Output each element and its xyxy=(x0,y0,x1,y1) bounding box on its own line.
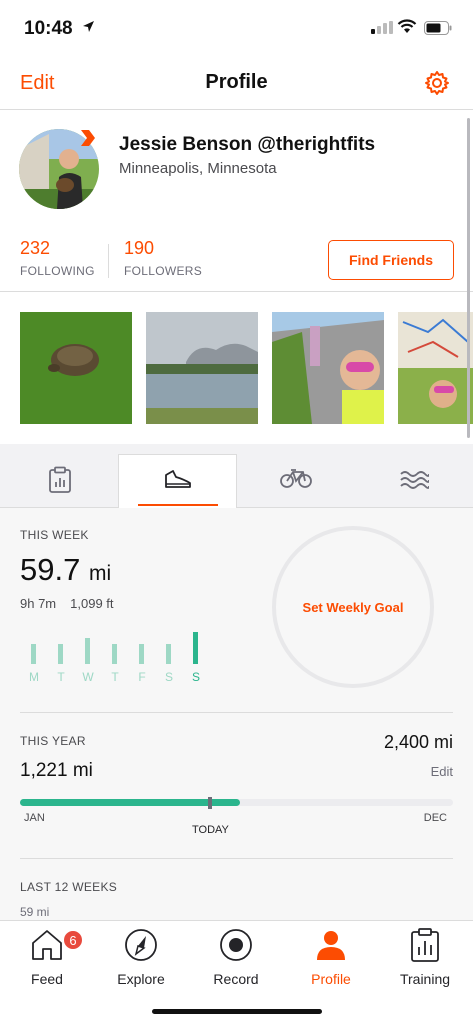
tab-run[interactable] xyxy=(118,454,237,508)
activity-type-tabs xyxy=(0,444,473,508)
wifi-icon xyxy=(397,19,417,33)
cellular-signal-icon xyxy=(371,21,393,34)
week-day-bar xyxy=(112,644,117,664)
tab-all-activities[interactable] xyxy=(0,454,119,508)
clipboard-chart-icon xyxy=(409,927,441,963)
jan-label: JAN xyxy=(24,812,45,824)
divider xyxy=(20,858,453,859)
week-day-bar xyxy=(31,644,36,664)
nav-header: Edit Profile xyxy=(0,56,473,110)
notification-badge: 6 xyxy=(62,929,84,951)
page-title: Profile xyxy=(205,71,268,93)
tabbar-label: Profile xyxy=(311,971,351,987)
swim-waves-icon xyxy=(399,471,429,489)
today-marker xyxy=(208,797,212,809)
tabbar-label: Record xyxy=(213,971,259,987)
week-day-label: F xyxy=(138,670,146,684)
clipboard-chart-icon xyxy=(48,466,71,493)
home-icon xyxy=(30,927,64,963)
tabbar-feed[interactable]: Feed 6 xyxy=(0,927,94,987)
bicycle-icon xyxy=(279,469,312,488)
scroll-indicator xyxy=(467,118,470,438)
profile-header: Jessie Benson @therightfits Minneapolis,… xyxy=(0,110,473,292)
photo-map-collage[interactable] xyxy=(398,312,473,424)
photo-turtle[interactable] xyxy=(20,312,132,424)
athlete-location: Minneapolis, Minnesota xyxy=(119,160,277,177)
home-indicator xyxy=(152,1009,322,1014)
followers-count[interactable]: 190 xyxy=(124,238,154,259)
week-day-bar xyxy=(166,644,171,664)
week-day-bar xyxy=(85,638,90,664)
weekly-goal-ring[interactable]: Set Weekly Goal xyxy=(272,526,434,688)
subscriber-badge-icon xyxy=(81,130,95,146)
count-divider xyxy=(108,244,109,278)
tabbar-profile[interactable]: Profile xyxy=(284,927,378,987)
photo-strip xyxy=(0,118,473,444)
week-distance-unit: mi xyxy=(88,562,112,585)
week-day-bar xyxy=(58,644,63,664)
week-day-label: T xyxy=(57,670,65,684)
battery-icon xyxy=(424,21,452,35)
dec-label: DEC xyxy=(423,812,447,824)
last-12-weeks-value: 59 mi xyxy=(20,905,50,919)
stats-panel: THIS WEEK 59.7 mi 9h 7m 1,099 ft MTWTFSS … xyxy=(0,508,473,920)
year-progress-track xyxy=(20,799,453,806)
week-elevation: 1,099 ft xyxy=(70,596,114,611)
tabbar-label: Feed xyxy=(31,971,63,987)
weekly-bar-chart: MTWTFSS xyxy=(20,628,204,684)
find-friends-button[interactable]: Find Friends xyxy=(328,240,454,280)
week-distance-value: 59.7 xyxy=(20,552,81,587)
status-time: 10:48 xyxy=(24,18,73,39)
week-day-label: S xyxy=(191,670,200,684)
record-icon xyxy=(219,927,253,963)
this-week-label: THIS WEEK xyxy=(20,528,89,542)
tabbar-label: Training xyxy=(399,971,451,987)
photo-lake-smoke[interactable] xyxy=(146,312,258,424)
week-day-bar xyxy=(139,644,144,664)
tab-ride[interactable] xyxy=(236,454,355,508)
last-12-weeks-label: LAST 12 WEEKS xyxy=(20,880,118,894)
week-day-label: S xyxy=(164,670,173,684)
week-time: 9h 7m xyxy=(20,596,57,611)
following-count[interactable]: 232 xyxy=(20,238,50,259)
divider xyxy=(20,712,453,713)
running-shoe-icon xyxy=(164,470,191,488)
week-day-label: W xyxy=(82,670,94,684)
week-day-bar xyxy=(193,632,198,664)
week-day-label: T xyxy=(111,670,119,684)
following-label[interactable]: FOLLOWING xyxy=(20,264,95,278)
year-goal-edit-button[interactable]: Edit xyxy=(431,764,453,779)
active-tab-indicator xyxy=(138,504,218,506)
week-day-label: M xyxy=(29,670,39,684)
status-bar: 10:48 xyxy=(0,0,473,56)
photo-selfie[interactable] xyxy=(272,312,384,424)
tab-swim[interactable] xyxy=(354,454,473,508)
this-year-label: THIS YEAR xyxy=(20,734,86,748)
week-summary: 9h 7m 1,099 ft xyxy=(20,596,114,611)
year-goal: 2,400 mi xyxy=(383,732,453,752)
location-arrow-icon xyxy=(83,21,94,32)
settings-gear-icon[interactable] xyxy=(424,70,450,96)
year-distance: 1,221 mi xyxy=(20,760,93,781)
today-label: TODAY xyxy=(192,824,229,836)
athlete-name: Jessie Benson @therightfits xyxy=(119,134,376,155)
compass-icon xyxy=(124,927,158,963)
person-icon xyxy=(314,927,348,963)
followers-label[interactable]: FOLLOWERS xyxy=(124,264,202,278)
tabbar-label: Explore xyxy=(117,971,165,987)
tabbar-explore[interactable]: Explore xyxy=(94,927,188,987)
week-distance: 59.7 mi xyxy=(20,552,111,588)
tabbar-training[interactable]: Training xyxy=(378,927,472,987)
tabbar-record[interactable]: Record xyxy=(189,927,283,987)
set-weekly-goal-button[interactable]: Set Weekly Goal xyxy=(303,600,404,615)
